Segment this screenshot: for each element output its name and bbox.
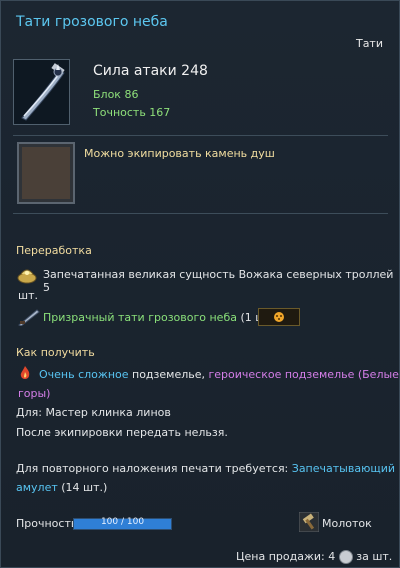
attack-power: Сила атаки 248 xyxy=(93,63,208,79)
katana-icon xyxy=(14,60,69,124)
essence-icon xyxy=(17,266,37,287)
durability-value: 100 / 100 xyxy=(100,517,145,527)
divider xyxy=(13,213,388,214)
refine-material-1: Запечатанная великая сущность Вожака сев… xyxy=(43,268,394,294)
item-tooltip: Тати грозового неба Тати Сила атаки 248 … xyxy=(0,0,400,568)
repair-tool: Молоток xyxy=(322,517,372,530)
sale-suffix: за шт. xyxy=(356,550,393,563)
dungeon-heroic[interactable]: героическое подземелье (Белые xyxy=(209,368,399,381)
obtain-header: Как получить xyxy=(16,346,95,359)
gem-socket-text: Можно экипировать камень душ xyxy=(84,147,275,160)
accuracy-stat: Точность 167 xyxy=(93,106,171,119)
reseal-qty: (14 шт.) xyxy=(57,481,108,494)
material-2-name: Призрачный тати грозового неба xyxy=(43,311,237,324)
sale-price: Цена продажи: 4 за шт. xyxy=(236,550,392,564)
sale-prefix: Цена продажи: 4 xyxy=(236,550,336,563)
durability-label: Прочность xyxy=(16,517,78,530)
reseal-item-cont: амулет xyxy=(16,481,58,494)
reseal-line-cont: амулет (14 шт.) xyxy=(16,481,107,494)
dungeon-very-hard[interactable]: Очень сложное xyxy=(39,368,129,381)
refine-material-2: Призрачный тати грозового неба (1 шт.) xyxy=(43,311,280,324)
soul-gem-socket[interactable] xyxy=(17,142,75,204)
block-stat: Блок 86 xyxy=(93,88,139,101)
blade-icon xyxy=(18,308,40,329)
dungeon-heroic-cont: горы) xyxy=(18,387,51,400)
class-requirement: Для: Мастер клинка линов xyxy=(16,406,171,419)
dungeon-mid-text: подземелье, xyxy=(128,368,209,381)
dungeon-line: Очень сложное подземелье, героическое по… xyxy=(39,368,399,381)
flame-icon xyxy=(18,365,32,384)
reseal-item[interactable]: Запечатывающий xyxy=(292,462,395,475)
refine-header: Переработка xyxy=(16,244,92,257)
item-type: Тати xyxy=(355,37,383,50)
refine-material-1-cont: шт. xyxy=(18,289,38,302)
silver-coin-icon xyxy=(338,550,353,564)
hammer-icon xyxy=(298,511,320,535)
item-icon-slot xyxy=(13,59,70,125)
item-title: Тати грозового неба xyxy=(16,14,168,30)
material-badge xyxy=(258,308,300,326)
divider xyxy=(13,135,388,136)
reseal-prefix: Для повторного наложения печати требуетс… xyxy=(16,462,292,475)
bind-note: После экипировки передать нельзя. xyxy=(16,426,228,439)
reseal-line: Для повторного наложения печати требуетс… xyxy=(16,462,395,475)
